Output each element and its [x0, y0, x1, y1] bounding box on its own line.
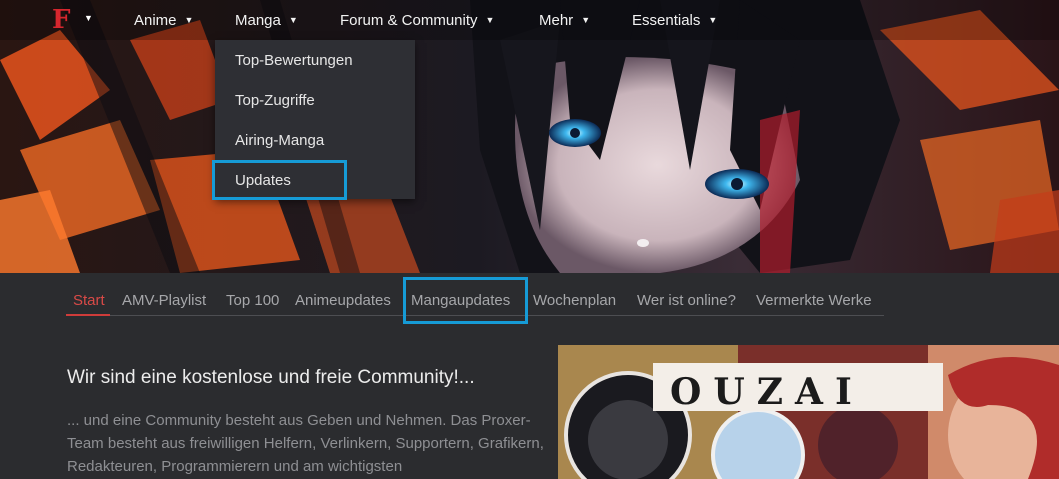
welcome-heading: Wir sind eine kostenlose und freie Commu…: [67, 367, 475, 388]
nav-item-manga[interactable]: Manga ▼: [235, 11, 298, 31]
menu-item-top-bewertungen[interactable]: Top-Bewertungen: [235, 51, 353, 71]
subnav-item-vermerkte-werke[interactable]: Vermerkte Werke: [756, 291, 872, 311]
subnav-item-top-100[interactable]: Top 100: [226, 291, 279, 311]
highlight-box-mangaupdates: [403, 277, 528, 324]
hero-artwork: [0, 0, 1059, 273]
nav-item-label: Anime: [134, 12, 177, 29]
nav-item-mehr[interactable]: Mehr ▼: [539, 11, 590, 31]
subnav-item-start[interactable]: Start: [73, 291, 105, 311]
hero-banner: [0, 0, 1059, 273]
site-logo[interactable]: F: [52, 6, 78, 34]
subnav-item-wer-ist-online[interactable]: Wer ist online?: [637, 291, 736, 311]
subnav-item-amv-playlist[interactable]: AMV-Playlist: [122, 291, 206, 311]
caret-down-icon: ▼: [708, 15, 718, 25]
nav-item-forum-community[interactable]: Forum & Community ▼: [340, 11, 494, 31]
highlight-box-updates: [212, 160, 347, 200]
top-navigation: F ▼ Anime ▼ Manga ▼ Forum & Community ▼ Meh…: [0, 0, 1059, 40]
promo-banner[interactable]: OUZAI: [558, 345, 1059, 479]
caret-down-icon: ▼: [184, 15, 194, 25]
logo-dropdown-caret-icon[interactable]: ▼: [84, 13, 93, 23]
caret-down-icon: ▼: [485, 15, 495, 25]
subnav-item-wochenplan[interactable]: Wochenplan: [533, 291, 616, 311]
caret-down-icon: ▼: [581, 15, 591, 25]
menu-item-top-zugriffe[interactable]: Top-Zugriffe: [235, 91, 315, 111]
nav-item-label: Essentials: [632, 12, 701, 29]
promo-title: OUZAI: [670, 371, 864, 413]
welcome-paragraph: ... und eine Community besteht aus Geben…: [67, 412, 544, 475]
nav-item-label: Mehr: [539, 12, 574, 29]
nav-item-label: Forum & Community: [340, 12, 478, 29]
subnav-item-animeupdates[interactable]: Animeupdates: [295, 291, 391, 311]
nav-item-anime[interactable]: Anime ▼: [134, 11, 193, 31]
menu-item-airing-manga[interactable]: Airing-Manga: [235, 131, 324, 151]
active-tab-underline: [66, 314, 110, 316]
nav-item-label: Manga: [235, 12, 281, 29]
nav-item-essentials[interactable]: Essentials ▼: [632, 11, 717, 31]
caret-down-icon: ▼: [288, 15, 298, 25]
